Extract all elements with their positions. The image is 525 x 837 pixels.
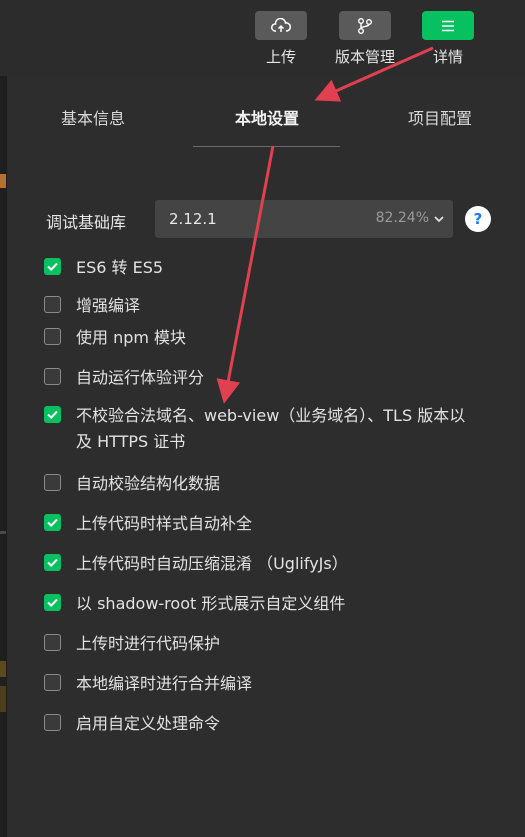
branch-icon xyxy=(358,17,372,34)
checkbox-unchecked[interactable] xyxy=(44,328,61,345)
debug-lib-label: 调试基础库 xyxy=(46,213,127,232)
debug-lib-version: 2.12.1 xyxy=(169,210,217,228)
version-control-label: 版本管理 xyxy=(334,48,396,66)
check-icon xyxy=(47,558,58,568)
debug-lib-percent: 82.24% xyxy=(375,210,429,226)
details-label: 详情 xyxy=(432,48,464,66)
option-label: 使用 npm 模块 xyxy=(76,328,187,347)
option-label: 上传代码时自动压缩混淆 （UglifyJs） xyxy=(76,554,348,573)
checkbox-checked[interactable] xyxy=(44,554,61,571)
active-tab-underline xyxy=(193,146,340,147)
checkbox-unchecked[interactable] xyxy=(44,674,61,691)
details-panel: 基本信息 本地设置 项目配置 调试基础库 2.12.1 82.24% ? ES6… xyxy=(6,76,525,837)
details-button[interactable] xyxy=(422,11,474,40)
checkbox-unchecked[interactable] xyxy=(44,368,61,385)
checkbox-checked[interactable] xyxy=(44,406,61,423)
check-icon xyxy=(47,598,58,608)
checkbox-checked[interactable] xyxy=(44,594,61,611)
app-window: 上传 版本管理 详情 基本信息 本地设置 项目配置 调试基础库 2.12.1 8… xyxy=(0,0,525,837)
cloud-upload-icon xyxy=(271,17,291,32)
checkbox-unchecked[interactable] xyxy=(44,634,61,651)
tab-project-config[interactable]: 项目配置 xyxy=(408,105,472,129)
option-label: 不校验合法域名、web-view（业务域名）、TLS 版本以及 HTTPS 证书 xyxy=(76,406,466,451)
top-toolbar: 上传 版本管理 详情 xyxy=(0,0,525,76)
checkbox-checked[interactable] xyxy=(44,258,61,275)
checkbox-unchecked[interactable] xyxy=(44,714,61,731)
check-icon xyxy=(47,410,58,420)
upload-label: 上传 xyxy=(265,48,297,66)
tab-local-settings[interactable]: 本地设置 xyxy=(235,105,299,129)
help-icon: ? xyxy=(473,210,483,228)
debug-lib-row: 调试基础库 2.12.1 82.24% ? xyxy=(7,200,525,240)
checkbox-checked[interactable] xyxy=(44,514,61,531)
option-label: ES6 转 ES5 xyxy=(76,258,164,277)
option-label: 上传时进行代码保护 xyxy=(76,634,221,653)
menu-icon xyxy=(442,20,454,31)
tab-basic-info[interactable]: 基本信息 xyxy=(61,105,125,129)
check-icon xyxy=(47,518,58,528)
option-label: 增强编译 xyxy=(76,296,141,315)
option-label: 本地编译时进行合并编译 xyxy=(76,674,253,693)
option-label: 自动运行体验评分 xyxy=(76,368,205,387)
option-label: 以 shadow-root 形式展示自定义组件 xyxy=(76,594,346,613)
help-button[interactable]: ? xyxy=(465,206,491,232)
checkbox-unchecked[interactable] xyxy=(44,296,61,313)
option-label: 自动校验结构化数据 xyxy=(76,474,221,493)
debug-lib-select[interactable]: 2.12.1 82.24% xyxy=(155,200,453,238)
chevron-down-icon xyxy=(434,216,444,223)
check-icon xyxy=(47,262,58,272)
checkbox-unchecked[interactable] xyxy=(44,474,61,491)
option-label: 上传代码时样式自动补全 xyxy=(76,514,253,533)
panel-tabs: 基本信息 本地设置 项目配置 xyxy=(7,76,525,148)
option-label: 启用自定义处理命令 xyxy=(76,714,221,733)
upload-button[interactable] xyxy=(255,11,307,40)
version-control-button[interactable] xyxy=(339,11,391,40)
